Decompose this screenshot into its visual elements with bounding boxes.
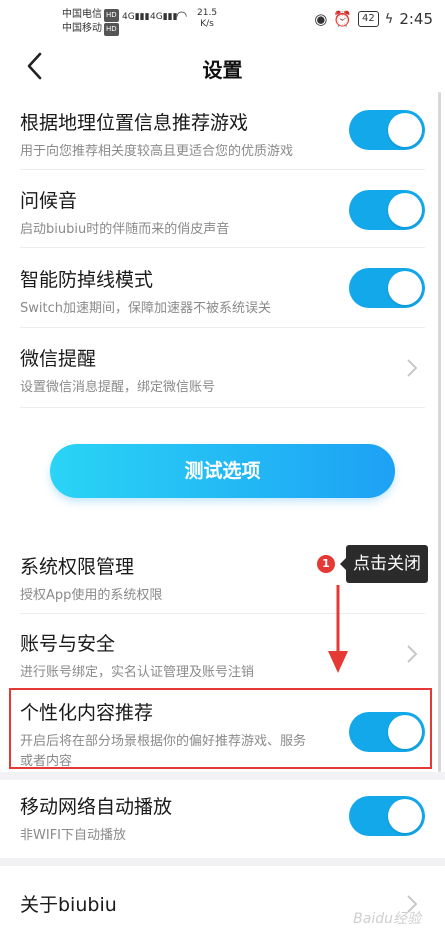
setting-subtitle: 启动biubiu时的伴随而来的俏皮声音 xyxy=(20,222,230,237)
toggle-knob xyxy=(388,193,422,227)
divider xyxy=(20,407,425,408)
setting-account-security[interactable]: 账号与安全 进行账号绑定，实名认证管理及账号注销 xyxy=(0,614,445,688)
chevron-right-icon xyxy=(407,359,418,377)
annotation-tooltip: 点击关闭 xyxy=(340,545,428,583)
charging-icon: ϟ xyxy=(384,11,394,27)
signal-icon-2: 4G▮▮▮ xyxy=(150,12,178,22)
location-recommend-toggle[interactable] xyxy=(349,110,425,150)
setting-title: 账号与安全 xyxy=(20,633,116,655)
setting-title: 移动网络自动播放 xyxy=(20,796,173,818)
status-bar: 中国电信 HD 中国移动 HD 4G▮▮▮ 4G▮▮▮ ◠ 21.5 K/s ◉ ⏰… xyxy=(0,0,445,42)
carrier-1: 中国电信 xyxy=(62,9,102,20)
setting-subtitle: 进行账号绑定，实名认证管理及账号注销 xyxy=(20,665,255,680)
setting-title: 系统权限管理 xyxy=(20,556,135,578)
clock: 2:45 xyxy=(399,10,433,28)
setting-location-recommend[interactable]: 根据地理位置信息推荐游戏 用于向您推荐相关度较高且更适合您的优质游戏 xyxy=(0,92,445,170)
anti-disconnect-toggle[interactable] xyxy=(349,268,425,308)
setting-title: 微信提醒 xyxy=(20,348,97,370)
highlight-box xyxy=(9,688,432,769)
alarm-icon: ⏰ xyxy=(333,10,352,28)
hd-badge-2: HD xyxy=(104,23,119,36)
setting-subtitle: 授权App使用的系统权限 xyxy=(20,588,163,603)
carrier-2: 中国移动 xyxy=(62,23,102,34)
network-speed: 21.5 K/s xyxy=(197,8,217,30)
setting-greeting-sound[interactable]: 问候音 启动biubiu时的伴随而来的俏皮声音 xyxy=(0,170,445,248)
hd-badge-1: HD xyxy=(104,9,119,22)
carrier-info: 中国电信 HD 中国移动 HD xyxy=(62,8,119,36)
setting-subtitle: Switch加速期间，保障加速器不被系统误关 xyxy=(20,301,271,316)
speed-value: 21.5 xyxy=(197,8,218,18)
toggle-knob xyxy=(388,271,422,305)
toggle-knob xyxy=(388,113,422,147)
watermark: Baidu经验 xyxy=(353,911,421,927)
setting-subtitle: 设置微信消息提醒，绑定微信账号 xyxy=(20,380,216,395)
step-number-badge: 1 xyxy=(317,555,335,573)
setting-subtitle: 非WIFI下自动播放 xyxy=(20,828,126,843)
setting-subtitle: 用于向您推荐相关度较高且更适合您的优质游戏 xyxy=(20,144,294,159)
wifi-icon: ◠ xyxy=(176,9,188,24)
section-gap xyxy=(0,772,445,780)
mobile-autoplay-toggle[interactable] xyxy=(349,796,425,836)
navigation-bar: 设置 xyxy=(0,42,445,92)
setting-wechat-reminder[interactable]: 微信提醒 设置微信消息提醒，绑定微信账号 xyxy=(0,328,445,408)
setting-title: 关于biubiu xyxy=(20,894,117,916)
chevron-right-icon xyxy=(407,645,418,663)
signal-icon-1: 4G▮▮▮ xyxy=(122,12,150,22)
greeting-sound-toggle[interactable] xyxy=(349,190,425,230)
speed-unit: K/s xyxy=(200,19,214,29)
setting-title: 问候音 xyxy=(20,190,78,212)
toggle-knob xyxy=(388,799,422,833)
status-right: ◉ ⏰ 42 ϟ 2:45 xyxy=(314,10,433,28)
battery-level: 42 xyxy=(358,11,379,27)
test-options-button[interactable]: 测试选项 xyxy=(50,444,395,498)
setting-anti-disconnect[interactable]: 智能防掉线模式 Switch加速期间，保障加速器不被系统误关 xyxy=(0,248,445,328)
down-arrow-icon xyxy=(328,585,348,673)
eye-icon: ◉ xyxy=(314,10,328,28)
setting-title: 智能防掉线模式 xyxy=(20,269,154,291)
section-gap xyxy=(0,858,445,866)
setting-title: 根据地理位置信息推荐游戏 xyxy=(20,112,249,134)
page-title: 设置 xyxy=(202,58,243,82)
setting-mobile-autoplay[interactable]: 移动网络自动播放 非WIFI下自动播放 xyxy=(0,780,445,852)
